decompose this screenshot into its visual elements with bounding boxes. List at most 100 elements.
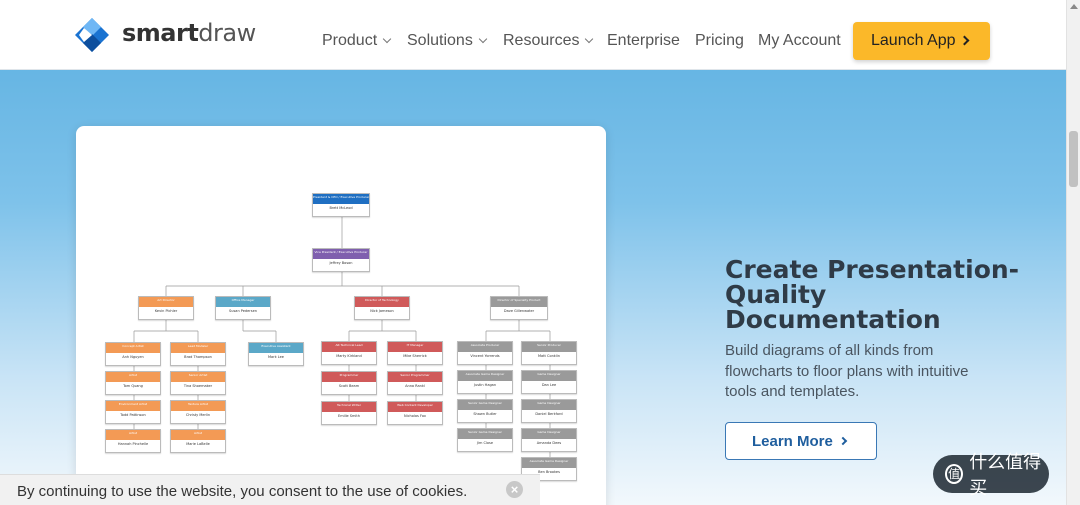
org-node-orange: Lead Modeler Brad Thompson: [170, 342, 226, 366]
org-node-department: Director of Technology Nick Jameson: [354, 296, 410, 320]
org-node-gray: Associate Game Designer Justin Hagan: [457, 370, 513, 394]
org-node-name: Kevin Pichler: [154, 308, 178, 313]
org-node-name: Brad Thompson: [184, 354, 212, 359]
nav-resources[interactable]: Resources: [503, 31, 594, 51]
org-node-department: Art Director Kevin Pichler: [138, 296, 194, 320]
org-node-title: Web Content Developer: [397, 403, 433, 407]
nav-enterprise[interactable]: Enterprise: [607, 31, 680, 51]
org-node-name: Marie LaBelle: [186, 441, 210, 446]
org-node-orange: Artist Tom Quang: [105, 371, 161, 395]
org-node-title: Artist: [193, 431, 203, 435]
org-node-name: Todd Pattinson: [120, 412, 146, 417]
org-node-name: Anna Rankl: [405, 383, 425, 388]
org-node-name: Jim Close: [476, 440, 494, 445]
org-node-title: Associate Producer: [470, 343, 500, 347]
chevron-down-icon: [478, 34, 488, 44]
learn-more-button[interactable]: Learn More: [725, 422, 877, 460]
org-node-name: Marty Kirkland: [336, 353, 362, 358]
org-node-name: Brett McLeod: [329, 205, 353, 210]
chevron-down-icon: [585, 34, 594, 44]
org-node-title: Senior Game Designer: [468, 430, 502, 434]
org-node-title: Game Designer: [537, 401, 561, 405]
org-node-gray: Associate Producer Vincent Yorrends: [457, 341, 513, 365]
org-node-red: Technical Writer Emilie Smith: [321, 401, 377, 425]
smartdraw-logo-icon[interactable]: [75, 18, 109, 52]
nav-my-account-label: My Account: [758, 32, 841, 49]
org-node-title: Art Director: [157, 298, 175, 302]
nav-my-account[interactable]: My Account: [758, 31, 841, 51]
org-node-name: Ben Brookes: [538, 469, 560, 474]
org-node-gray: Game Designer Amanda Dees: [521, 428, 577, 452]
org-node-ceo: President & CEO / Executive Producer Bre…: [312, 193, 370, 217]
org-node-title: Associate Game Designer: [529, 459, 569, 463]
watermark-text: 什么值得买: [969, 452, 1042, 498]
chevron-right-icon: [838, 436, 848, 446]
org-node-title: Programmer: [339, 373, 359, 377]
launch-app-label: Launch App: [871, 32, 956, 49]
org-node-title: Office Manager: [231, 298, 255, 302]
close-icon[interactable]: ×: [506, 481, 523, 498]
org-node-department: Office Manager Susan Pedersen: [215, 296, 271, 320]
org-node-orange: Senior Artist Tina Shoemaker: [170, 371, 226, 395]
nav-solutions-label: Solutions: [407, 32, 473, 49]
hero-subtext: Build diagrams of all kinds from flowcha…: [725, 342, 969, 400]
org-node-title: President & CEO / Executive Producer: [313, 195, 369, 199]
brand-part-draw: draw: [198, 19, 256, 47]
org-node-title: Game Designer: [537, 372, 561, 376]
org-node-red: Web Content Developer Nicholas Fox: [387, 401, 443, 425]
org-node-department: Director of Specialty Product Dave Gille…: [490, 296, 548, 320]
org-node-name: Christy Merlin: [185, 412, 211, 417]
org-node-name: Daniel Berkford: [535, 411, 563, 416]
org-node-title: Director of Technology: [365, 298, 399, 302]
org-node-title: Senior Producer: [537, 343, 561, 347]
scrollbar-thumb[interactable]: [1069, 131, 1078, 187]
org-node-gray: Game Designer Daniel Berkford: [521, 399, 577, 423]
scroll-up-arrow-icon[interactable]: [1070, 4, 1078, 9]
org-node-red: IT Manager Mike Sherrick: [387, 341, 443, 365]
org-node-title: Vice President / Executive Producer: [314, 250, 368, 254]
learn-more-label: Learn More: [752, 432, 833, 450]
cookie-consent-bar: By continuing to use the website, you co…: [0, 474, 540, 505]
page-scrollbar[interactable]: [1066, 0, 1080, 505]
org-node-teal: Executive Assistant Mark Lee: [248, 342, 304, 366]
nav-product[interactable]: Product: [322, 31, 392, 51]
org-node-name: Matt Conklin: [537, 353, 560, 358]
org-node-name: Dave Gillenwater: [503, 308, 535, 313]
org-node-red: AR Technical Lead Marty Kirkland: [321, 341, 377, 365]
chevron-down-icon: [382, 34, 392, 44]
org-node-title: Senior Programmer: [400, 373, 430, 377]
nav-pricing-label: Pricing: [695, 32, 744, 49]
org-node-vp: Vice President / Executive Producer Jeff…: [312, 248, 370, 272]
org-node-title: Texture Artist: [188, 402, 208, 406]
nav-enterprise-label: Enterprise: [607, 32, 680, 49]
org-node-title: Executive Assistant: [261, 344, 291, 348]
org-node-title: Senior Game Designer: [468, 401, 502, 405]
org-node-name: Emilie Smith: [338, 413, 360, 418]
nav-solutions[interactable]: Solutions: [407, 31, 488, 51]
cookie-consent-text: By continuing to use the website, you co…: [17, 483, 468, 500]
org-node-orange: Concept Artist Anh Nguyen: [105, 342, 161, 366]
org-node-title: IT Manager: [406, 343, 424, 347]
org-node-gray: Senior Game Designer Jim Close: [457, 428, 513, 452]
org-node-title: Lead Modeler: [187, 344, 209, 348]
org-node-orange: Artist Hannah Pinchelle: [105, 429, 161, 453]
org-node-name: Hannah Pinchelle: [117, 441, 149, 446]
org-node-orange: Artist Marie LaBelle: [170, 429, 226, 453]
org-node-name: Tina Shoemaker: [183, 383, 213, 388]
launch-app-button[interactable]: Launch App: [853, 22, 990, 60]
org-node-name: Tom Quang: [123, 383, 143, 388]
org-node-name: Anh Nguyen: [122, 354, 144, 359]
brand-name[interactable]: smartdraw: [122, 19, 256, 47]
org-node-title: Game Designer: [537, 430, 561, 434]
org-node-gray: Senior Game Designer Shawn Butler: [457, 399, 513, 423]
nav-pricing[interactable]: Pricing: [695, 31, 744, 51]
brand-part-smart: smart: [122, 19, 199, 47]
org-node-gray: Game Designer Dan Lee: [521, 370, 577, 394]
org-node-title: Artist: [128, 373, 138, 377]
org-node-name: Shawn Butler: [473, 411, 497, 416]
watermark-logo-icon: 值: [945, 464, 964, 484]
site-header: smartdraw Product Solutions Resources En…: [0, 0, 1066, 70]
org-node-name: Nicholas Fox: [404, 413, 426, 418]
org-node-name: Vincent Yorrends: [470, 353, 500, 358]
org-node-name: Dan Lee: [541, 382, 557, 387]
